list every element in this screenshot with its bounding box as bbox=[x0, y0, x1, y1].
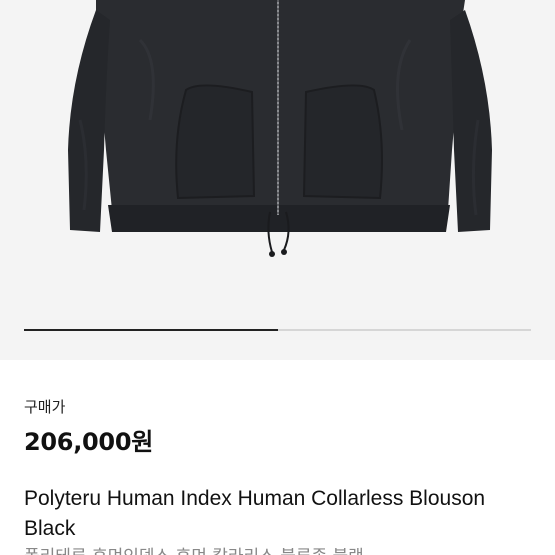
image-slide-progress-fill bbox=[24, 329, 278, 331]
product-subtitle: 폴리테루 휴먼인덱스 휴먼 칼라리스 블루종 블랙 bbox=[24, 542, 364, 555]
image-slide-progress bbox=[24, 329, 531, 331]
price-value: 206,000원 bbox=[24, 428, 153, 456]
product-title: Polyteru Human Index Human Collarless Bl… bbox=[24, 487, 486, 540]
product-image bbox=[68, 0, 492, 257]
price-label: 구매가 bbox=[24, 398, 66, 416]
product-image-gallery[interactable] bbox=[0, 0, 555, 360]
product-info: 구매가 206,000원 Polyteru Human Index Human … bbox=[0, 360, 555, 555]
